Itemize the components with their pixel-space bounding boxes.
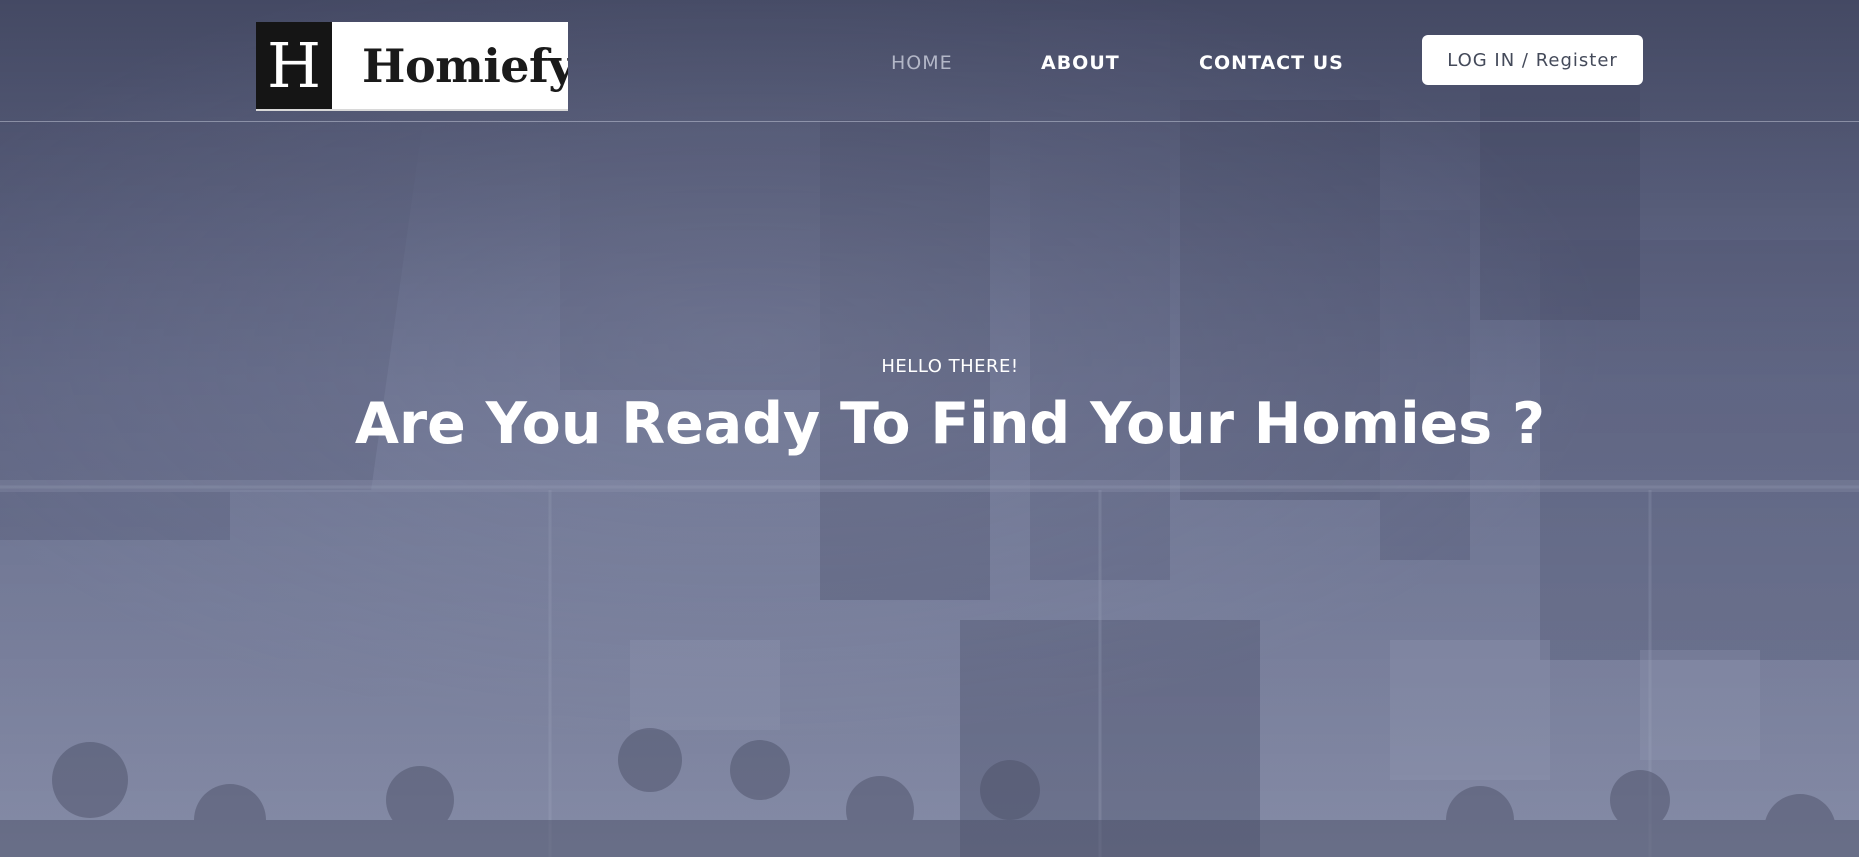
landing-page: H Homiefy HOME ABOUT CONTACT US LOG IN /… — [0, 0, 1859, 857]
hero-title: Are You Ready To Find Your Homies ? — [354, 391, 1546, 457]
nav-contact-us-link[interactable]: CONTACT US — [1199, 52, 1344, 74]
nav-home-link[interactable]: HOME — [891, 52, 953, 74]
site-header: H Homiefy HOME ABOUT CONTACT US LOG IN /… — [0, 0, 1859, 122]
nav-about-link[interactable]: ABOUT — [1041, 52, 1120, 74]
hero-section: HELLO THERE! Are You Ready To Find Your … — [0, 356, 1859, 495]
hero-eyebrow: HELLO THERE! — [881, 356, 1019, 377]
login-register-button[interactable]: LOG IN / Register — [1422, 35, 1643, 85]
